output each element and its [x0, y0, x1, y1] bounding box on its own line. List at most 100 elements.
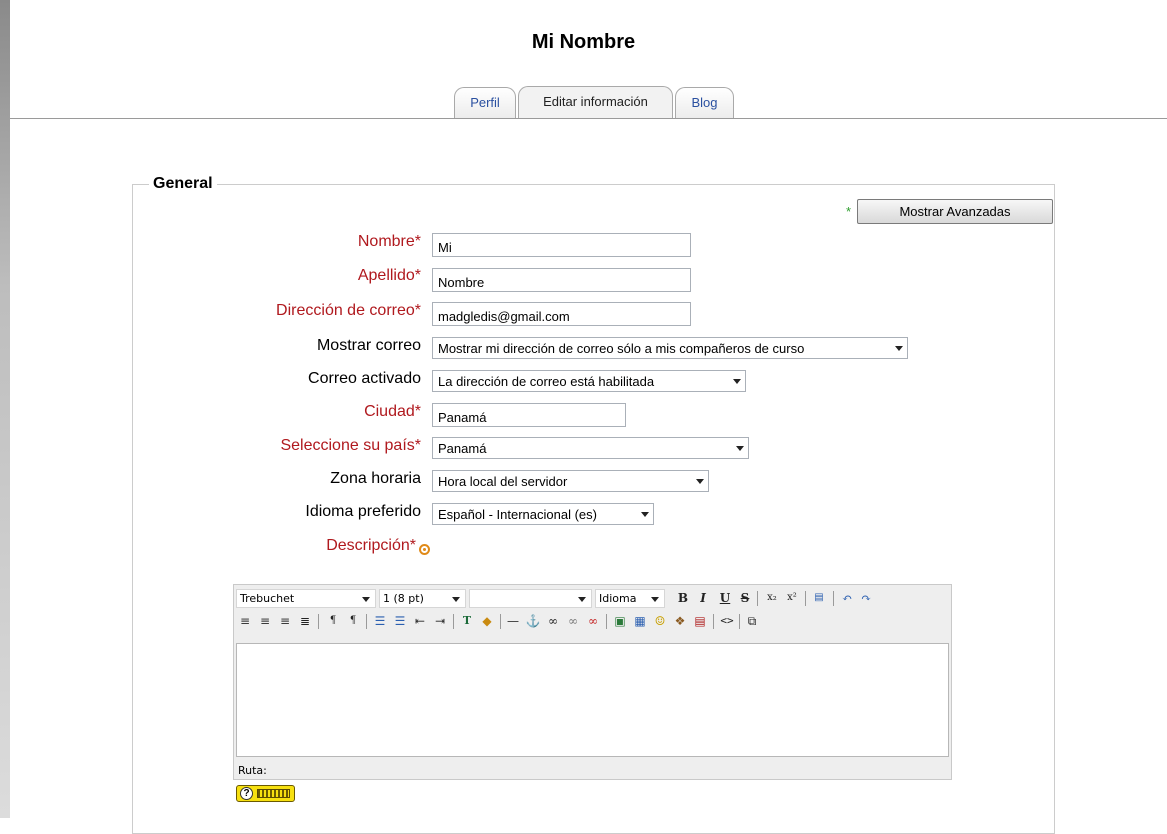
link-icon[interactable]: ∞ — [544, 612, 562, 630]
correo-activado-select[interactable]: La dirección de correo está habilitada — [432, 370, 746, 392]
unlink-icon[interactable]: ∞ — [564, 612, 582, 630]
tab-perfil[interactable]: Perfil — [454, 87, 516, 118]
unordered-list-icon[interactable]: ☰ — [391, 612, 409, 630]
toolbar-separator — [833, 591, 834, 606]
search-replace-icon[interactable]: ▤ — [691, 612, 709, 630]
tab-blog[interactable]: Blog — [675, 87, 734, 118]
toolbar-separator — [318, 614, 319, 629]
editor-path-label: Ruta: — [238, 764, 267, 777]
anchor-icon[interactable]: ⚓ — [524, 612, 542, 630]
language-select[interactable]: Idioma — [595, 589, 665, 608]
descripcion-label: Descripción* — [326, 537, 416, 554]
chevron-down-icon — [696, 479, 704, 484]
apellido-input[interactable]: Nombre — [432, 268, 691, 292]
superscript-icon[interactable]: x² — [783, 589, 801, 607]
toolbar-separator — [606, 614, 607, 629]
chevron-down-icon — [641, 512, 649, 517]
justify-icon[interactable]: ≣ — [296, 612, 314, 630]
toolbar-separator — [500, 614, 501, 629]
advanced-indicator-star: * — [846, 204, 852, 219]
mostrar-correo-select[interactable]: Mostrar mi dirección de correo sólo a mi… — [432, 337, 908, 359]
left-scrollbar-edge — [0, 0, 10, 818]
rich-text-editor: Trebuchet 1 (8 pt) Idioma B I U S x₂ x² … — [233, 584, 952, 780]
toolbar-separator — [366, 614, 367, 629]
special-char-icon[interactable]: ❖ — [671, 612, 689, 630]
idioma-label: Idioma preferido — [305, 503, 421, 520]
toolbar-separator — [453, 614, 454, 629]
fullscreen-icon[interactable]: ⧉ — [743, 612, 761, 630]
outdent-icon[interactable]: ⇤ — [411, 612, 429, 630]
keyboard-icon — [257, 789, 290, 798]
background-color-icon[interactable]: ◆ — [478, 612, 496, 630]
italic-icon[interactable]: I — [694, 589, 712, 607]
chevron-down-icon — [733, 379, 741, 384]
ciudad-label: Ciudad* — [364, 403, 421, 420]
general-legend: General — [149, 175, 217, 193]
nombre-input[interactable]: Mi — [432, 233, 691, 257]
toolbar-separator — [713, 614, 714, 629]
strikethrough-icon[interactable]: S — [736, 589, 754, 607]
smiley-icon[interactable]: ☺ — [651, 612, 669, 630]
indent-icon[interactable]: ⇥ — [431, 612, 449, 630]
apellido-label: Apellido* — [357, 267, 421, 284]
correo-input[interactable]: madgledis@gmail.com — [432, 302, 691, 326]
idioma-select[interactable]: Español - Internacional (es) — [432, 503, 654, 525]
redo-icon[interactable]: ↷ — [857, 589, 875, 607]
zona-horaria-select[interactable]: Hora local del servidor — [432, 470, 709, 492]
chevron-down-icon — [452, 597, 460, 602]
paste-word-icon[interactable]: ▤ — [810, 589, 828, 607]
correo-activado-value: La dirección de correo está habilitada — [438, 374, 655, 389]
undo-icon[interactable]: ↶ — [838, 589, 856, 607]
font-family-select[interactable]: Trebuchet — [236, 589, 376, 608]
chevron-down-icon — [651, 597, 659, 602]
align-left-icon[interactable]: ≡ — [236, 612, 254, 630]
page-title: Mi Nombre — [531, 31, 636, 53]
table-icon[interactable]: ▦ — [631, 612, 649, 630]
question-icon: ? — [240, 787, 253, 800]
format-select[interactable] — [469, 589, 592, 608]
ciudad-input[interactable]: Panamá — [432, 403, 626, 427]
correo-activado-label: Correo activado — [308, 370, 421, 387]
font-size-value: 1 (8 pt) — [383, 592, 424, 605]
pais-label: Seleccione su país* — [280, 437, 421, 454]
chevron-down-icon — [895, 346, 903, 351]
help-icon[interactable] — [419, 544, 430, 555]
chevron-down-icon — [736, 446, 744, 451]
toolbar-separator — [739, 614, 740, 629]
zona-horaria-value: Hora local del servidor — [438, 474, 568, 489]
align-center-icon[interactable]: ≡ — [256, 612, 274, 630]
correo-label: Dirección de correo* — [276, 302, 421, 319]
underline-icon[interactable]: U — [716, 589, 734, 607]
toolbar-separator — [757, 591, 758, 606]
language-value: Idioma — [599, 592, 637, 605]
pais-value: Panamá — [438, 441, 487, 456]
mostrar-correo-label: Mostrar correo — [316, 337, 421, 354]
font-size-select[interactable]: 1 (8 pt) — [379, 589, 466, 608]
nolink-icon[interactable]: ∞ — [584, 612, 602, 630]
idioma-value: Español - Internacional (es) — [438, 507, 597, 522]
nombre-label: Nombre* — [357, 233, 421, 250]
editor-toolbar-row-2: ≡ ≡ ≡ ≣ ¶ ¶ ☰ ☰ ⇤ ⇥ T ◆ — ⚓ ∞ ∞ ∞ ▣ ▦ ☺ … — [236, 611, 951, 633]
ordered-list-icon[interactable]: ☰ — [371, 612, 389, 630]
ltr-icon[interactable]: ¶ — [324, 612, 342, 630]
bold-icon[interactable]: B — [674, 589, 692, 607]
font-family-value: Trebuchet — [240, 592, 295, 605]
chevron-down-icon — [578, 597, 586, 602]
horizontal-rule-icon[interactable]: — — [504, 612, 522, 630]
toolbar-separator — [805, 591, 806, 606]
keyboard-help-icon[interactable]: ? — [236, 785, 295, 802]
chevron-down-icon — [362, 597, 370, 602]
editor-content-area[interactable] — [236, 643, 949, 757]
tab-underline-divider — [10, 118, 1167, 119]
image-icon[interactable]: ▣ — [611, 612, 629, 630]
html-source-icon[interactable]: <> — [718, 612, 736, 630]
pais-select[interactable]: Panamá — [432, 437, 749, 459]
rtl-icon[interactable]: ¶ — [344, 612, 362, 630]
tab-editar-informacion[interactable]: Editar información — [518, 86, 673, 118]
subscript-icon[interactable]: x₂ — [763, 589, 781, 607]
mostrar-correo-value: Mostrar mi dirección de correo sólo a mi… — [438, 341, 805, 356]
show-advanced-button[interactable]: Mostrar Avanzadas — [857, 199, 1053, 224]
text-color-icon[interactable]: T — [458, 612, 476, 630]
zona-horaria-label: Zona horaria — [330, 470, 421, 487]
align-right-icon[interactable]: ≡ — [276, 612, 294, 630]
